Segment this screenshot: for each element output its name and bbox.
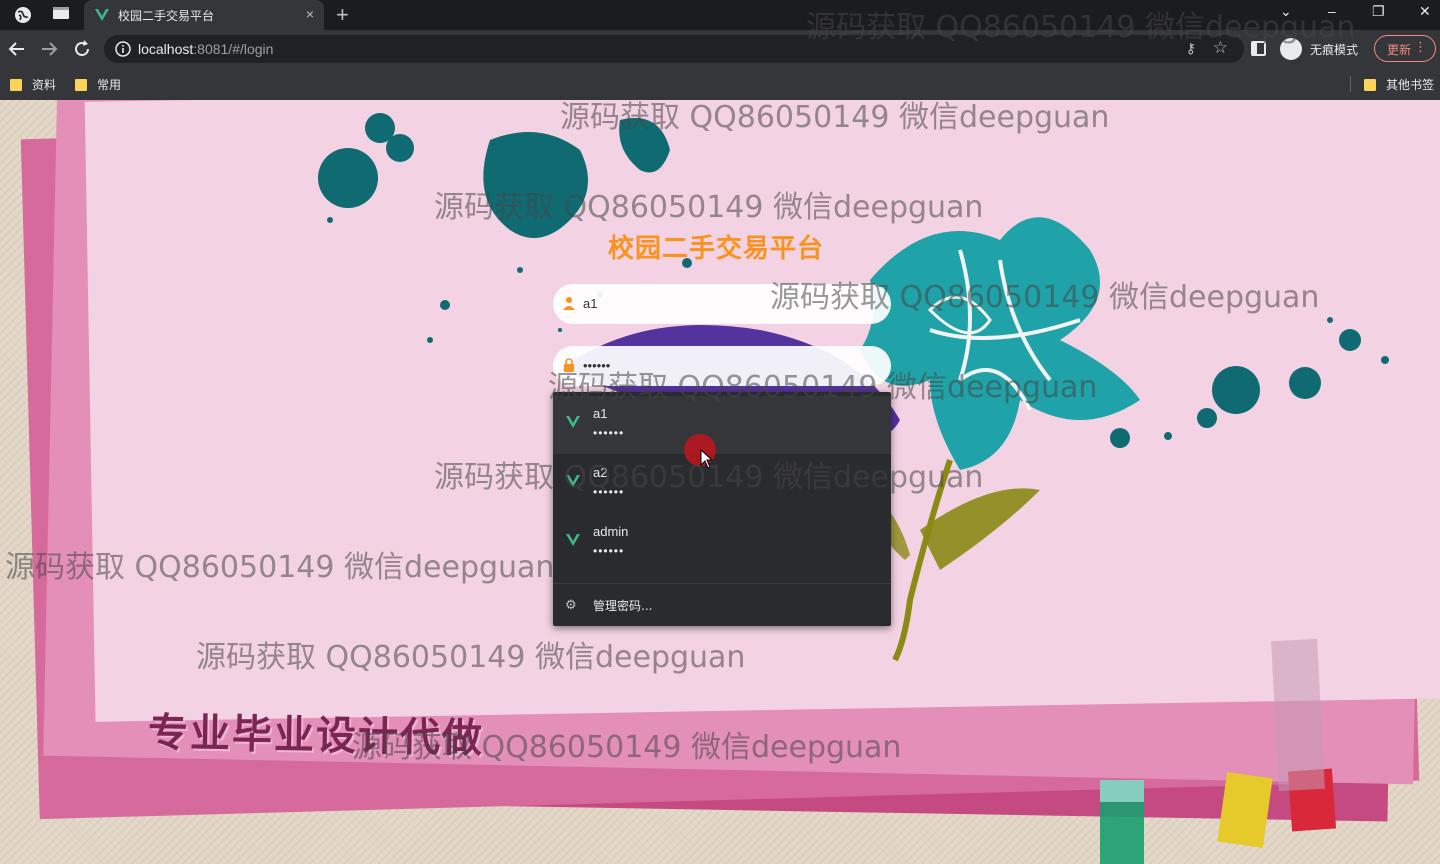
slogan-text: 专业毕业设计代做	[147, 710, 485, 762]
mouse-cursor-icon	[700, 449, 714, 469]
tab-list-icon[interactable]	[52, 6, 70, 20]
autofill-item[interactable]: a2 ••••••	[553, 455, 891, 513]
forward-icon[interactable]	[38, 38, 60, 60]
toolbar: localhost:8081/#/login ⚷ ☆ 无痕模式 更新 ⋮	[0, 30, 1440, 68]
folder-icon	[75, 78, 87, 91]
folder-icon	[1364, 78, 1376, 91]
lock-icon	[564, 358, 574, 372]
bookmark-folder-resources[interactable]: 资料	[10, 76, 56, 93]
site-info-icon[interactable]	[114, 40, 132, 58]
menu-dots-icon[interactable]: ⋮	[1414, 40, 1427, 55]
tab-strip: 校园二手交易平台 × + ⌄ – ❐ ✕	[0, 0, 1440, 30]
password-autofill-dropdown: a1 •••••• a2 •••••• admin •••••• ⚙ 管理密码.…	[553, 392, 891, 626]
incognito-icon	[1280, 38, 1302, 60]
autofill-item[interactable]: a1 ••••••	[553, 396, 891, 454]
username-field[interactable]: a1	[553, 284, 891, 324]
manage-passwords-item[interactable]: ⚙ 管理密码...	[553, 588, 891, 622]
vue-logo-icon	[95, 9, 109, 21]
login-title: 校园二手交易平台	[608, 234, 825, 264]
address-bar[interactable]: localhost:8081/#/login ⚷ ☆	[104, 35, 1244, 63]
gear-icon: ⚙	[565, 597, 577, 612]
tab-search-icon[interactable]: ⌄	[1280, 3, 1292, 20]
vue-logo-icon	[566, 475, 580, 487]
minimize-button[interactable]: –	[1328, 3, 1336, 19]
maximize-button[interactable]: ❐	[1372, 3, 1385, 20]
dropdown-divider	[553, 583, 891, 584]
side-panel-icon[interactable]	[1251, 41, 1266, 56]
bookmark-folder-common[interactable]: 常用	[75, 76, 121, 93]
back-icon[interactable]	[6, 38, 28, 60]
password-value: ••••••	[583, 358, 611, 373]
browser-chrome: 校园二手交易平台 × + ⌄ – ❐ ✕ localhost:8081/#/lo…	[0, 0, 1440, 100]
user-icon	[563, 297, 575, 310]
vue-logo-icon	[566, 416, 580, 428]
tab-close-icon[interactable]: ×	[306, 6, 314, 22]
close-window-button[interactable]: ✕	[1419, 3, 1431, 20]
password-field[interactable]: ••••••	[553, 346, 891, 386]
tab-title: 校园二手交易平台	[118, 9, 215, 23]
bookmarks-divider	[1350, 76, 1351, 92]
url-text: localhost:8081/#/login	[138, 41, 274, 57]
username-value: a1	[583, 296, 598, 311]
tab-active[interactable]: 校园二手交易平台 ×	[84, 0, 324, 30]
incognito-indicator[interactable]: 无痕模式	[1280, 38, 1358, 60]
star-icon[interactable]: ☆	[1213, 38, 1228, 58]
autofill-item[interactable]: admin ••••••	[553, 514, 891, 572]
bookmark-other[interactable]: 其他书签	[1364, 76, 1434, 93]
update-button[interactable]: 更新 ⋮	[1374, 35, 1436, 62]
new-tab-button[interactable]: +	[336, 2, 349, 28]
bookmarks-bar: 资料 常用 其他书签	[0, 68, 1440, 100]
reload-icon[interactable]	[71, 38, 93, 60]
globe-icon[interactable]	[14, 6, 32, 24]
folder-icon	[10, 78, 22, 91]
key-icon[interactable]: ⚷	[1186, 40, 1196, 57]
vue-logo-icon	[566, 534, 580, 546]
